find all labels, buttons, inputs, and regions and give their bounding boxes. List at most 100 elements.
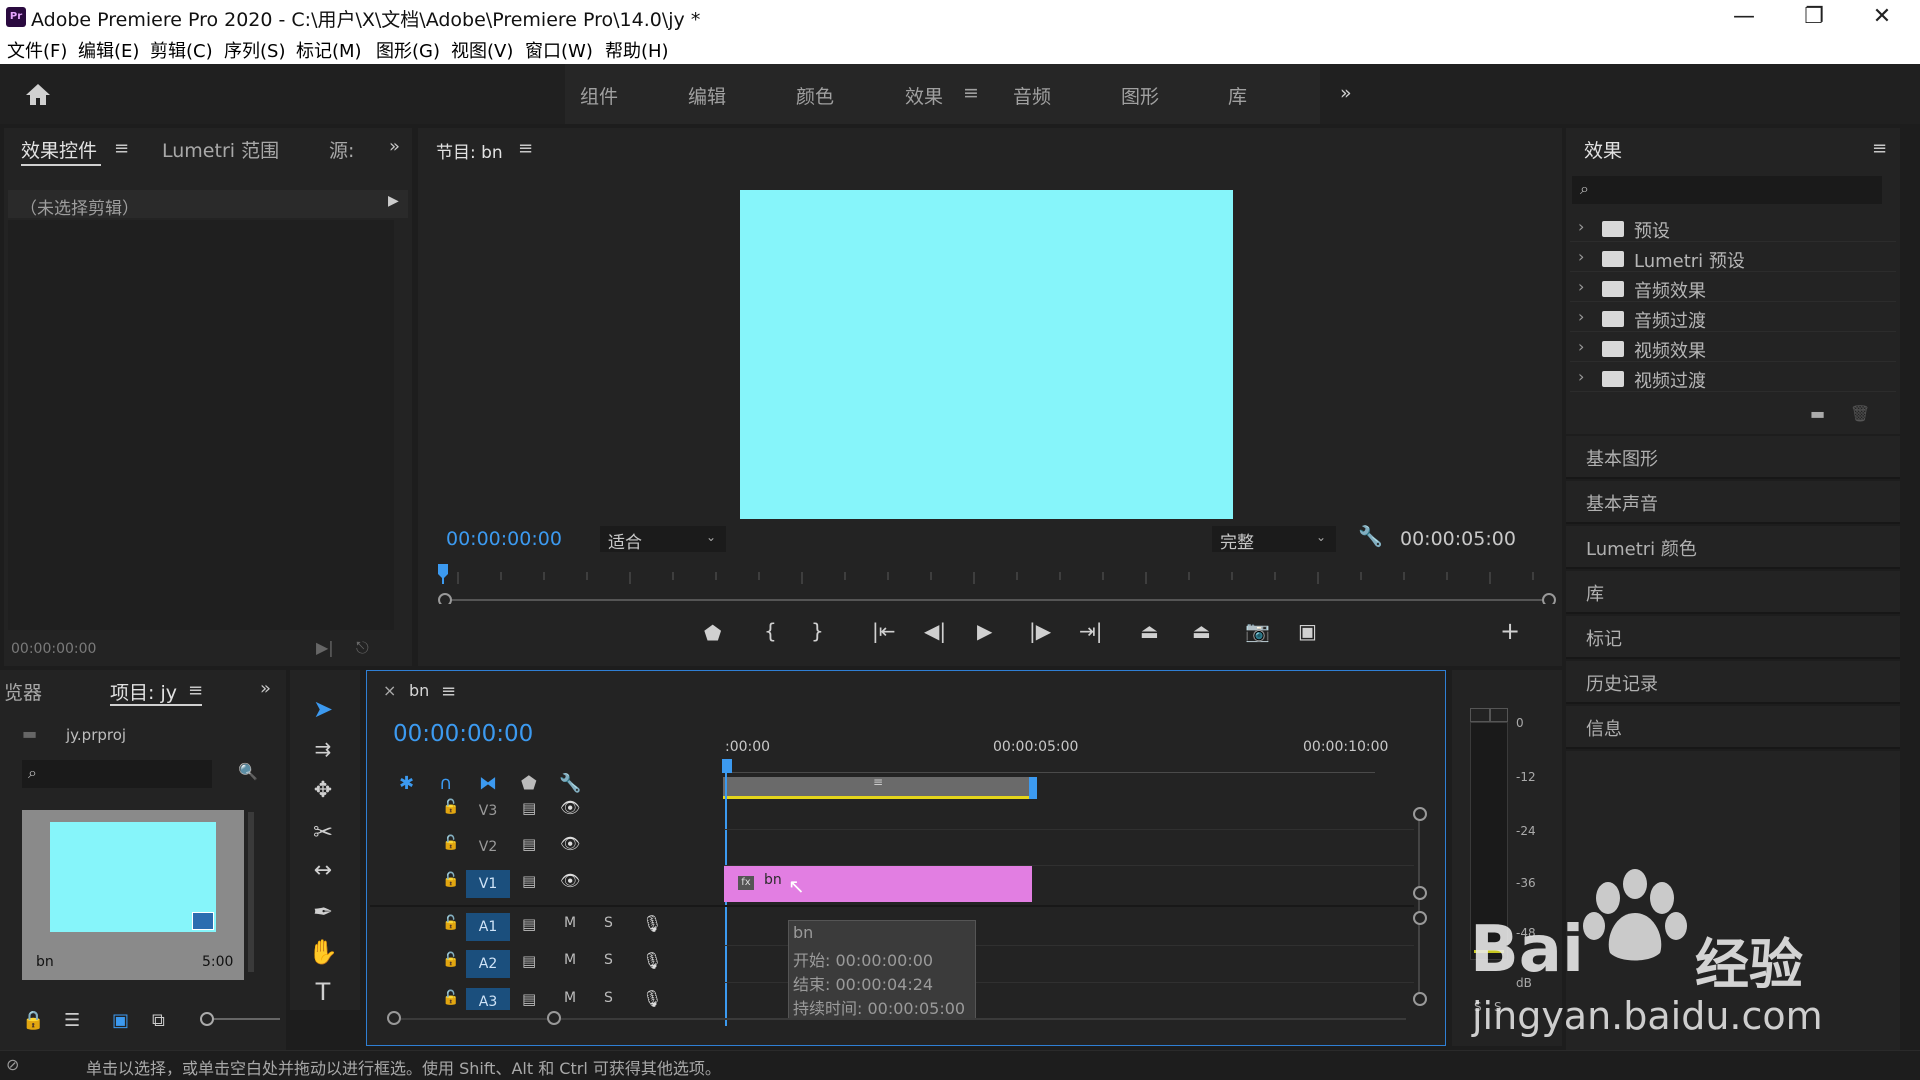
mute-button[interactable]: M [564, 990, 576, 1006]
workspace-assembly[interactable]: 组件 [580, 82, 618, 109]
sync-lock-icon[interactable]: ▤ [522, 915, 536, 933]
track-label-v1[interactable]: V1 [466, 870, 510, 898]
section-history[interactable]: 历史记录 [1566, 661, 1900, 704]
effects-search-input[interactable]: ⌕ [1572, 176, 1882, 204]
workspace-graphics[interactable]: 图形 [1121, 82, 1159, 109]
sequence-tab[interactable]: bn [409, 681, 429, 700]
lock-icon[interactable]: 🔓 [442, 872, 459, 888]
mute-button[interactable]: M [564, 915, 576, 931]
type-tool-icon[interactable]: T [305, 978, 341, 1014]
new-bin-icon[interactable]: ▬ [1810, 404, 1825, 423]
zoom-handle-left[interactable] [438, 593, 452, 604]
panel-overflow-icon[interactable]: » [260, 678, 271, 699]
hand-tool-icon[interactable]: ✋ [305, 938, 341, 974]
h-scroll-handle-left[interactable] [387, 1011, 401, 1025]
add-marker-icon[interactable]: ⬟ [521, 773, 537, 794]
section-info[interactable]: 信息 [1566, 706, 1900, 749]
freeform-view-icon[interactable]: ⧉ [152, 1010, 165, 1031]
program-tab[interactable]: 节目: bn [436, 138, 503, 163]
minimize-button[interactable]: — [1714, 2, 1774, 32]
timeline-ruler-ticks[interactable] [725, 763, 1375, 773]
menu-graphics[interactable]: 图形(G) [376, 37, 440, 63]
step-back-icon[interactable]: ◀| [924, 619, 946, 643]
lock-icon[interactable]: 🔓 [442, 952, 459, 968]
eye-icon[interactable]: 👁 [560, 798, 580, 817]
effects-item-lumetri-presets[interactable]: › Lumetri 预设 [1570, 244, 1896, 272]
h-scroll-handle-right[interactable] [547, 1011, 561, 1025]
solo-button[interactable]: S [604, 952, 613, 968]
sync-lock-icon[interactable]: ▤ [522, 872, 536, 890]
restore-button[interactable]: ❐ [1784, 2, 1844, 32]
mark-out-icon[interactable]: } [811, 619, 824, 643]
list-view-icon[interactable]: ☰ [64, 1010, 80, 1031]
mute-button[interactable]: M [564, 952, 576, 968]
go-to-out-icon[interactable]: ⇥| [1079, 619, 1103, 643]
trash-icon[interactable]: 🗑 [1850, 404, 1870, 423]
pen-tool-icon[interactable]: ✒ [305, 898, 341, 934]
tab-project[interactable]: 项目: jy [110, 678, 177, 705]
mark-in-icon[interactable]: { [764, 619, 777, 643]
button-editor-icon[interactable]: + [1500, 617, 1520, 645]
sync-lock-icon[interactable]: ▤ [522, 799, 536, 817]
tab-source[interactable]: 源: [329, 136, 354, 163]
workspace-color[interactable]: 颜色 [796, 82, 834, 109]
section-essential-graphics[interactable]: 基本图形 [1566, 436, 1900, 479]
program-time-ruler[interactable] [438, 564, 1558, 604]
track-label-a1[interactable]: A1 [466, 913, 510, 941]
timeline-timecode[interactable]: 00:00:00:00 [393, 721, 533, 747]
project-menu-icon[interactable]: ≡ [188, 680, 203, 701]
zoom-slider-handle[interactable] [200, 1012, 214, 1026]
home-icon[interactable] [25, 82, 51, 106]
menu-view[interactable]: 视图(V) [451, 37, 513, 63]
zoom-handle-right[interactable] [1542, 593, 1556, 604]
lock-icon[interactable]: 🔓 [442, 990, 459, 1006]
nest-icon[interactable]: ✱ [399, 773, 414, 794]
section-essential-sound[interactable]: 基本声音 [1566, 481, 1900, 524]
track-label-a2[interactable]: A2 [466, 950, 510, 978]
menu-marker[interactable]: 标记(M) [296, 37, 362, 63]
panel-menu-icon[interactable]: ≡ [114, 138, 129, 159]
section-markers[interactable]: 标记 [1566, 616, 1900, 659]
video-scroll-handle-top[interactable] [1413, 807, 1427, 821]
filter-icon[interactable]: ▶| [316, 638, 334, 657]
slip-tool-icon[interactable]: ↔ [305, 858, 341, 894]
solo-button[interactable]: S [604, 990, 613, 1006]
timeline-settings-icon[interactable]: 🔧 [559, 773, 581, 794]
program-menu-icon[interactable]: ≡ [518, 138, 533, 159]
play-icon[interactable]: ▶ [977, 619, 992, 643]
workspace-more-icon[interactable]: » [1340, 82, 1352, 104]
effects-item-presets[interactable]: › 预设 [1570, 214, 1896, 242]
eye-icon[interactable]: 👁 [560, 871, 580, 890]
section-lumetri-color[interactable]: Lumetri 颜色 [1566, 526, 1900, 569]
track-label-v2[interactable]: V2 [466, 833, 510, 861]
meter-solo-left[interactable]: S [1474, 1000, 1482, 1014]
close-sequence-icon[interactable]: × [383, 681, 396, 700]
project-search-input[interactable]: ⌕ [22, 760, 212, 788]
audio-scroll-handle-bottom[interactable] [1413, 992, 1427, 1006]
ripple-edit-tool-icon[interactable]: ✥ [305, 778, 341, 814]
track-label-v3[interactable]: V3 [466, 797, 510, 825]
zoom-slider[interactable] [206, 1018, 280, 1020]
snap-icon[interactable]: ∩ [439, 773, 452, 794]
effects-menu-icon[interactable]: ≡ [1872, 138, 1887, 159]
track-label-a3[interactable]: A3 [466, 988, 510, 1010]
tab-media-browser[interactable]: 览器 [4, 678, 42, 705]
menu-help[interactable]: 帮助(H) [605, 37, 669, 63]
work-area-end-handle[interactable] [1029, 777, 1037, 799]
workspace-audio[interactable]: 音频 [1013, 82, 1051, 109]
lift-icon[interactable]: ⏏ [1140, 619, 1159, 643]
section-libraries[interactable]: 库 [1566, 571, 1900, 614]
wrench-icon[interactable]: 🔧 [1358, 524, 1383, 548]
add-marker-icon[interactable]: ⬟ [704, 621, 721, 645]
project-scrollbar[interactable] [248, 812, 254, 972]
close-button[interactable]: ✕ [1852, 2, 1912, 32]
linked-selection-icon[interactable]: ⧓ [479, 773, 497, 794]
expand-arrow-icon[interactable]: ▶ [388, 193, 399, 209]
lock-icon[interactable]: 🔓 [442, 799, 459, 815]
playhead-timecode[interactable]: 00:00:00:00 [446, 528, 562, 550]
sync-lock-icon[interactable]: ▤ [522, 835, 536, 853]
track-select-tool-icon[interactable]: ⇉ [305, 737, 341, 773]
eye-icon[interactable]: 👁 [560, 834, 580, 853]
step-forward-icon[interactable]: |▶ [1029, 619, 1051, 643]
quality-dropdown[interactable]: 完整 ⌄ [1212, 526, 1336, 553]
